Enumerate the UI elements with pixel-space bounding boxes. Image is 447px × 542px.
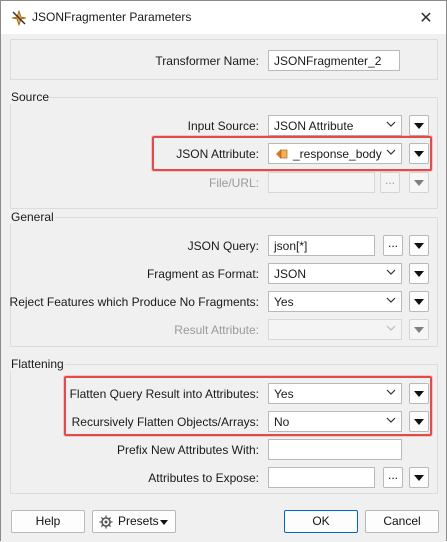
input-source-select[interactable]: JSON Attribute [268, 115, 402, 136]
source-group-title: Source [10, 90, 51, 104]
transformer-app-icon [11, 9, 27, 27]
chevron-down-icon [386, 325, 396, 331]
input-source-label: Input Source: [187, 119, 259, 133]
dialog-body: Transformer Name: JSONFragmenter_2 Sourc… [1, 34, 446, 542]
menu-arrow-icon [414, 299, 424, 305]
result-attribute-label: Result Attribute: [174, 323, 259, 337]
close-icon[interactable]: ✕ [406, 1, 446, 34]
title-bar: JSONFragmenter Parameters ✕ [1, 1, 446, 34]
file-url-menu-button [409, 172, 429, 193]
menu-arrow-icon [414, 243, 424, 249]
file-url-label: File/URL: [208, 176, 259, 190]
attributes-expose-edit-button[interactable]: ... [383, 467, 403, 488]
menu-arrow-icon [414, 327, 424, 333]
json-query-label: JSON Query: [187, 239, 259, 253]
prefix-attributes-label: Prefix New Attributes With: [116, 443, 259, 457]
flattening-highlight [64, 376, 432, 436]
fragment-format-menu-button[interactable] [409, 263, 429, 284]
presets-button[interactable]: Presets [92, 510, 176, 533]
ok-button[interactable]: OK [284, 510, 358, 533]
file-url-browse-button: ... [380, 172, 400, 193]
fragment-format-value: JSON [274, 267, 307, 281]
fragment-format-select[interactable]: JSON [268, 263, 402, 284]
presets-label: Presets [118, 514, 159, 528]
json-query-edit-button[interactable]: ... [383, 235, 403, 256]
attributes-expose-label: Attributes to Expose: [148, 471, 259, 485]
chevron-down-icon [386, 297, 396, 303]
reject-features-select[interactable]: Yes [268, 291, 402, 312]
help-button[interactable]: Help [11, 510, 85, 533]
attributes-expose-input[interactable] [268, 467, 375, 488]
file-url-input [268, 172, 375, 193]
reject-features-label: Reject Features which Produce No Fragmen… [9, 295, 259, 309]
fragment-format-label: Fragment as Format: [146, 267, 259, 281]
general-group-title: General [10, 210, 55, 224]
transformer-name-input[interactable]: JSONFragmenter_2 [268, 50, 400, 71]
prefix-attributes-input[interactable] [268, 439, 402, 460]
result-attribute-menu-button [409, 319, 429, 340]
menu-arrow-icon [414, 123, 424, 129]
reject-features-menu-button[interactable] [409, 291, 429, 312]
reject-features-value: Yes [274, 295, 294, 309]
transformer-name-label: Transformer Name: [155, 54, 259, 68]
flattening-group-title: Flattening [10, 357, 65, 371]
gear-icon [99, 515, 113, 529]
menu-arrow-icon [414, 271, 424, 277]
dialog-window: JSONFragmenter Parameters ✕ Transformer … [0, 0, 447, 542]
result-attribute-select [268, 319, 402, 340]
json-query-menu-button[interactable] [409, 235, 429, 256]
input-source-value: JSON Attribute [274, 119, 354, 133]
menu-arrow-icon [414, 180, 424, 186]
dropdown-arrow-icon [160, 520, 168, 525]
chevron-down-icon [386, 269, 396, 275]
attributes-expose-menu-button[interactable] [409, 467, 429, 488]
window-title: JSONFragmenter Parameters [32, 10, 192, 24]
chevron-down-icon [386, 121, 396, 127]
json-attribute-highlight [152, 136, 432, 171]
json-query-input[interactable]: json[*] [268, 235, 375, 256]
cancel-button[interactable]: Cancel [365, 510, 439, 533]
input-source-menu-button[interactable] [409, 115, 429, 136]
menu-arrow-icon [414, 475, 424, 481]
